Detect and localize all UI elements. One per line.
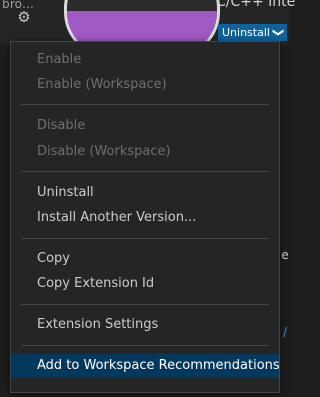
menu-item-add-to-workspace-recommendations[interactable]: Add to Workspace Recommendations (11, 354, 280, 378)
menu-item-label: Disable (Workspace) (37, 144, 171, 159)
menu-item-copy-extension-id[interactable]: Copy Extension Id (11, 272, 279, 296)
menu-separator (21, 171, 269, 172)
menu-separator (21, 104, 269, 105)
menu-item-label: Enable (37, 52, 82, 67)
menu-item-label: Extension Settings (37, 317, 159, 332)
uninstall-button[interactable]: Uninstall (218, 24, 274, 41)
menu-item-label: Copy Extension Id (37, 276, 155, 291)
menu-item-copy[interactable]: Copy (11, 247, 279, 271)
menu-item-label: Install Another Version... (37, 210, 197, 225)
menu-item-uninstall[interactable]: Uninstall (11, 181, 279, 205)
menu-item-enable[interactable]: Enable (11, 48, 279, 72)
edge-text-fragment: e (281, 248, 289, 262)
menu-item-extension-settings[interactable]: Extension Settings (11, 313, 279, 337)
editor-left-strip (0, 45, 10, 397)
menu-separator (21, 304, 269, 305)
menu-separator (21, 345, 269, 346)
menu-item-label: Copy (37, 251, 70, 266)
uninstall-dropdown-button[interactable]: ❯ (271, 24, 287, 41)
menu-item-label: Disable (37, 118, 86, 133)
menu-item-label: Uninstall (37, 185, 94, 200)
menu-separator (21, 238, 269, 239)
menu-item-install-another-version[interactable]: Install Another Version... (11, 206, 279, 230)
edge-link-fragment: / (282, 325, 288, 339)
menu-item-label: Add to Workspace Recommendations (37, 358, 280, 373)
editor-right-strip (281, 45, 289, 397)
menu-item-enable-workspace[interactable]: Enable (Workspace) (11, 73, 279, 97)
chevron-down-icon: ❯ (272, 27, 286, 38)
extension-title: C/C++ Inte (216, 0, 296, 10)
gear-icon[interactable]: ⚙ (16, 9, 32, 25)
extension-context-menu: Enable Enable (Workspace) Disable Disabl… (10, 41, 280, 393)
menu-item-label: Enable (Workspace) (37, 77, 167, 92)
menu-item-disable-workspace[interactable]: Disable (Workspace) (11, 140, 279, 164)
logo-mark (104, 0, 180, 7)
menu-item-disable[interactable]: Disable (11, 114, 279, 138)
